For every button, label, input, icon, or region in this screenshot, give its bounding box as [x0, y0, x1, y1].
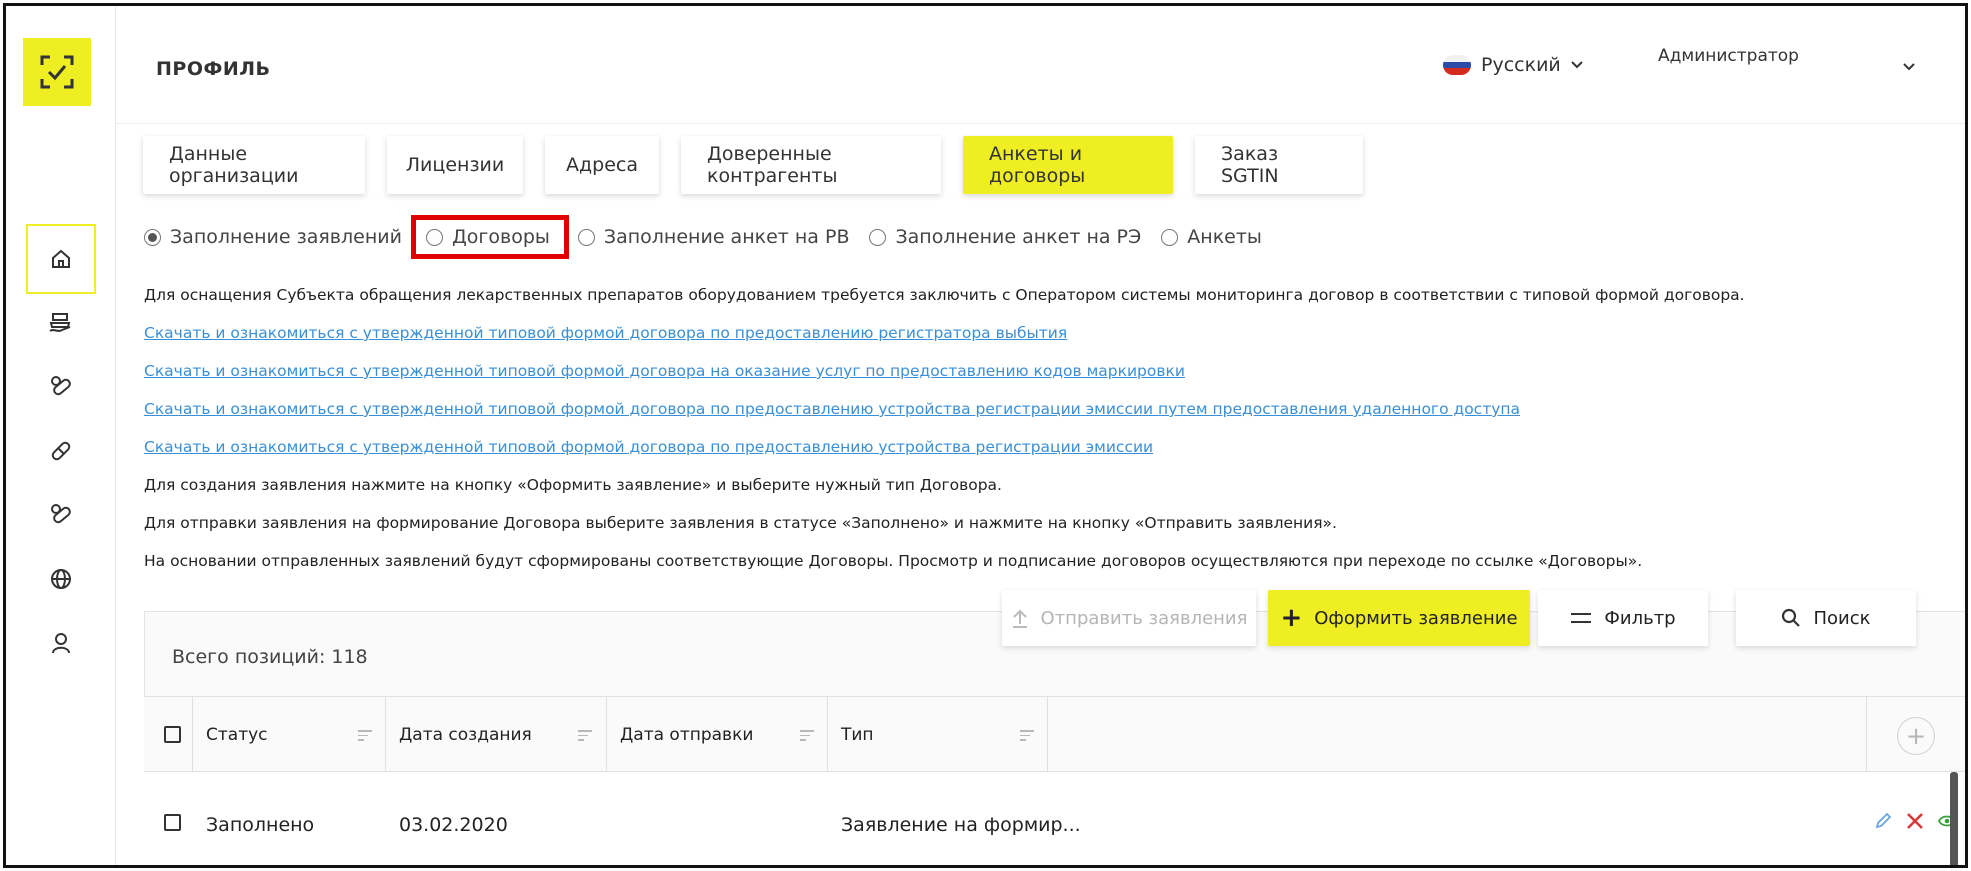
column-header-created[interactable]: Дата создания	[399, 697, 532, 773]
download-link-emission-device[interactable]: Скачать и ознакомиться с утвержденной ти…	[144, 438, 1153, 456]
column-header-type[interactable]: Тип	[841, 697, 874, 773]
chevron-down-icon	[1903, 63, 1915, 71]
page-title: ПРОФИЛЬ	[156, 58, 271, 80]
send-applications-button[interactable]: Отправить заявления	[1002, 590, 1256, 646]
info-step-send: Для отправки заявления на формирование Д…	[144, 514, 1337, 532]
russia-flag-icon	[1443, 55, 1471, 75]
sort-icon[interactable]	[578, 730, 592, 744]
cell-type: Заявление на формир...	[841, 814, 1081, 836]
radio-label: Договоры	[451, 226, 550, 248]
search-button[interactable]: Поиск	[1736, 590, 1916, 646]
logo[interactable]	[23, 38, 91, 106]
create-application-button[interactable]: + Оформить заявление	[1268, 590, 1530, 646]
user-icon	[52, 633, 70, 654]
row-checkbox[interactable]	[164, 814, 181, 831]
filter-button[interactable]: Фильтр	[1538, 590, 1708, 646]
user-menu-chevron[interactable]	[1903, 56, 1915, 75]
radio-fill-re-forms[interactable]: Заполнение анкет на РЭ	[869, 226, 1141, 248]
sidebar	[6, 6, 116, 865]
add-column-button[interactable]: +	[1897, 717, 1935, 755]
pills-icon	[51, 376, 71, 396]
tab-forms-contracts[interactable]: Анкеты и договоры	[963, 136, 1173, 194]
filter-icon	[1571, 613, 1592, 623]
column-divider	[827, 697, 828, 773]
sidebar-item-globe[interactable]	[26, 544, 96, 614]
column-divider	[1866, 697, 1867, 773]
tabs: Данные организации Лицензии Адреса Довер…	[143, 136, 1385, 194]
radio-label: Заполнение анкет на РВ	[603, 226, 850, 248]
create-application-label: Оформить заявление	[1314, 607, 1518, 629]
column-divider	[1047, 697, 1048, 773]
table-scrollbar[interactable]	[1950, 772, 1958, 865]
radio-contracts[interactable]: Договоры	[410, 215, 569, 259]
filter-label: Фильтр	[1604, 607, 1676, 629]
column-divider	[385, 697, 386, 773]
delete-icon[interactable]	[1906, 812, 1924, 830]
chevron-down-icon	[1571, 61, 1583, 69]
sort-icon[interactable]	[800, 730, 814, 744]
language-label: Русский	[1481, 54, 1561, 76]
info-step-create: Для создания заявления нажмите на кнопку…	[144, 476, 1002, 494]
sidebar-item-pills-2[interactable]	[26, 480, 96, 550]
tab-addresses[interactable]: Адреса	[545, 136, 659, 194]
cell-created: 03.02.2020	[399, 814, 508, 836]
tab-organization-data[interactable]: Данные организации	[143, 136, 365, 194]
cash-register-icon	[49, 313, 71, 332]
sort-icon[interactable]	[1020, 730, 1034, 744]
radio-forms[interactable]: Анкеты	[1161, 226, 1262, 248]
radio-dot	[869, 228, 887, 246]
cell-status: Заполнено	[206, 814, 315, 836]
sort-icon[interactable]	[358, 730, 372, 744]
sidebar-item-home[interactable]	[26, 224, 96, 294]
column-divider	[606, 697, 607, 773]
app-window: ПРОФИЛЬ Русский Администратор Данные орг…	[3, 3, 1968, 868]
sidebar-item-capsule[interactable]	[26, 416, 96, 486]
sidebar-item-cash-register[interactable]	[26, 288, 96, 358]
radio-dot	[425, 228, 443, 246]
tab-licenses[interactable]: Лицензии	[387, 136, 523, 194]
header: ПРОФИЛЬ Русский Администратор	[116, 6, 1965, 124]
logo-icon	[40, 55, 74, 89]
download-link-remote-emission[interactable]: Скачать и ознакомиться с утвержденной ти…	[144, 400, 1520, 418]
radio-label: Анкеты	[1187, 226, 1262, 248]
total-count: Всего позиций: 118	[172, 646, 368, 668]
info-step-contracts: На основании отправленных заявлений буду…	[144, 552, 1643, 570]
column-header-status[interactable]: Статус	[206, 697, 268, 773]
tab-trusted-counterparties[interactable]: Доверенные контрагенты	[681, 136, 941, 194]
radio-fill-rv-forms[interactable]: Заполнение анкет на РВ	[577, 226, 850, 248]
info-intro: Для оснащения Субъекта обращения лекарст…	[144, 286, 1745, 304]
upload-icon	[1012, 609, 1027, 628]
globe-icon	[51, 569, 71, 589]
tab-sgtin-order[interactable]: Заказ SGTIN	[1195, 136, 1363, 194]
user-name[interactable]: Администратор	[1658, 46, 1799, 66]
plus-icon: +	[1280, 603, 1303, 633]
sidebar-item-pills[interactable]	[26, 352, 96, 422]
language-selector[interactable]: Русский	[1443, 54, 1583, 76]
column-divider	[192, 697, 193, 773]
download-link-registrar[interactable]: Скачать и ознакомиться с утвержденной ти…	[144, 324, 1067, 342]
search-label: Поиск	[1813, 607, 1871, 629]
select-all-checkbox[interactable]	[164, 726, 181, 743]
search-icon	[1782, 608, 1801, 627]
pills-icon	[51, 504, 71, 524]
radio-dot	[1161, 228, 1179, 246]
capsule-icon	[51, 441, 71, 461]
home-icon	[52, 249, 70, 268]
radio-dot	[144, 228, 161, 246]
send-applications-label: Отправить заявления	[1040, 607, 1248, 629]
mode-radio-group: Заполнение заявлений Договоры Заполнение…	[144, 215, 1282, 259]
radio-fill-applications[interactable]: Заполнение заявлений	[144, 226, 402, 248]
main-content: ПРОФИЛЬ Русский Администратор Данные орг…	[116, 6, 1965, 865]
edit-icon[interactable]	[1874, 812, 1892, 830]
column-header-sent[interactable]: Дата отправки	[620, 697, 753, 773]
radio-label: Заполнение анкет на РЭ	[895, 226, 1142, 248]
table-row[interactable]: Заполнено 03.02.2020 Заявление на формир…	[144, 772, 1965, 865]
radio-label: Заполнение заявлений	[170, 226, 402, 248]
radio-dot	[577, 228, 595, 246]
table-header: Статус Дата создания Дата отправки Тип +	[144, 696, 1965, 773]
sidebar-item-user[interactable]	[26, 608, 96, 678]
download-link-marking-codes[interactable]: Скачать и ознакомиться с утвержденной ти…	[144, 362, 1185, 380]
